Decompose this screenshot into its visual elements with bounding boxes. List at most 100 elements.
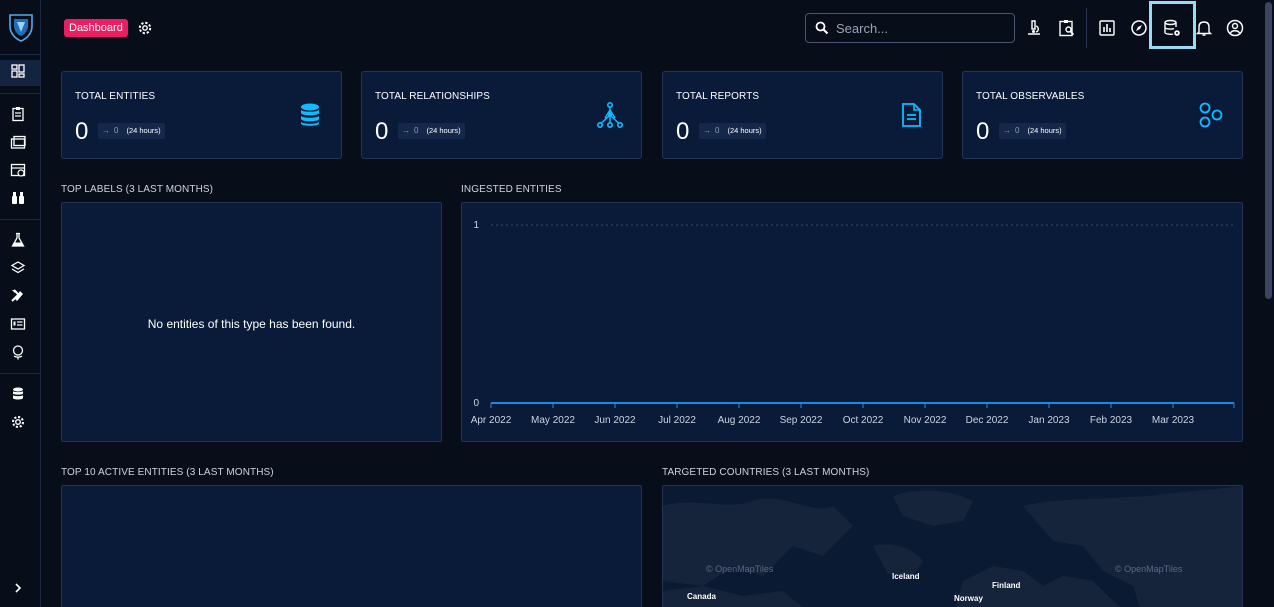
gear-icon bbox=[12, 416, 24, 428]
sidebar-expand-button[interactable] bbox=[10, 580, 28, 598]
search-input[interactable] bbox=[836, 14, 1006, 42]
stat-card-reports[interactable]: TOTAL REPORTS 0 → 0 (24 hours) bbox=[662, 71, 943, 159]
x-tick-label: Apr 2022 bbox=[471, 415, 512, 426]
top-labels-panel: No entities of this type has been found. bbox=[61, 202, 442, 442]
tools-icon bbox=[11, 289, 23, 302]
x-tick-label: Feb 2023 bbox=[1090, 415, 1133, 426]
stat-card-relationships[interactable]: TOTAL RELATIONSHIPS 0 → 0 (24 hours) bbox=[361, 71, 642, 159]
section-title-top-active: TOP 10 ACTIVE ENTITIES (3 LAST MONTHS) bbox=[61, 467, 274, 478]
explore-button[interactable] bbox=[1129, 18, 1149, 38]
section-title-targeted: TARGETED COUNTRIES (3 LAST MONTHS) bbox=[662, 467, 870, 478]
card-delta: → 0 (24 hours) bbox=[999, 123, 1066, 139]
layers-icon bbox=[10, 261, 26, 274]
x-tick-label: May 2022 bbox=[531, 415, 575, 426]
binoculars-icon bbox=[12, 192, 24, 204]
calendar-icon bbox=[10, 163, 26, 177]
map-label-canada: Canada bbox=[687, 592, 716, 601]
ingested-chart-panel: 0 1 Apr 2022 May 2022 Jun 2022 Jul 2022 Aug 20… bbox=[461, 202, 1243, 442]
investigations-button[interactable] bbox=[1024, 18, 1044, 38]
sidebar-item-entities[interactable] bbox=[10, 316, 28, 334]
world-map[interactable] bbox=[663, 486, 1243, 607]
sidebar-item-analysis[interactable] bbox=[10, 106, 28, 124]
card-value: 0 bbox=[976, 118, 990, 145]
microscope-icon bbox=[1028, 20, 1040, 35]
folder-card-icon bbox=[10, 318, 26, 330]
app-logo-icon[interactable] bbox=[8, 12, 34, 42]
sidebar-item-observations[interactable] bbox=[10, 190, 28, 208]
delta-period: (24 hours) bbox=[126, 126, 161, 135]
card-delta: → 0 (24 hours) bbox=[98, 123, 165, 139]
search-box[interactable] bbox=[805, 13, 1015, 43]
x-tick-label: Jun 2022 bbox=[594, 415, 636, 426]
sidebar-item-arsenal[interactable] bbox=[10, 260, 28, 278]
clipboard-search-icon bbox=[1059, 20, 1075, 37]
workspaces-button[interactable] bbox=[1057, 18, 1077, 38]
map-label-iceland: Iceland bbox=[892, 572, 920, 581]
card-title: TOTAL REPORTS bbox=[676, 91, 760, 102]
database-icon bbox=[13, 387, 23, 400]
card-delta: → 0 (24 hours) bbox=[398, 123, 465, 139]
compass-icon bbox=[1131, 20, 1147, 36]
user-profile-button[interactable] bbox=[1225, 18, 1245, 38]
sidebar bbox=[0, 0, 41, 607]
sidebar-item-techniques[interactable] bbox=[10, 288, 28, 306]
sidebar-item-settings[interactable] bbox=[10, 414, 28, 432]
x-tick-label: Nov 2022 bbox=[904, 415, 947, 426]
sidebar-item-threats[interactable] bbox=[10, 232, 28, 250]
x-tick-label: Sep 2022 bbox=[780, 415, 823, 426]
graph-icon bbox=[597, 102, 623, 128]
page-badge[interactable]: Dashboard bbox=[64, 19, 128, 37]
gear-icon bbox=[138, 21, 152, 35]
card-delta: → 0 (24 hours) bbox=[699, 123, 766, 139]
sidebar-item-events[interactable] bbox=[10, 162, 28, 180]
map-credit: © OpenMapTiles bbox=[1115, 564, 1183, 574]
database-icon bbox=[297, 102, 323, 128]
scrollbar-thumb[interactable] bbox=[1265, 2, 1272, 299]
delta-value: 0 bbox=[114, 126, 119, 135]
x-tick-label: Mar 2023 bbox=[1152, 415, 1195, 426]
search-icon bbox=[815, 21, 829, 35]
bell-icon bbox=[1195, 21, 1213, 36]
sidebar-item-data[interactable] bbox=[10, 386, 28, 404]
dashboards-button[interactable] bbox=[1097, 18, 1117, 38]
map-label-norway: Norway bbox=[954, 594, 983, 603]
data-management-highlight bbox=[1149, 1, 1196, 49]
globe-icon bbox=[12, 345, 24, 360]
x-tick-label: Oct 2022 bbox=[843, 415, 884, 426]
stat-card-entities[interactable]: TOTAL ENTITIES 0 → 0 (24 hours) bbox=[61, 71, 342, 159]
dashboard-settings-button[interactable] bbox=[137, 20, 153, 36]
delta-period: (24 hours) bbox=[426, 126, 461, 135]
sidebar-item-dashboard[interactable] bbox=[0, 60, 40, 86]
map-label-finland: Finland bbox=[992, 581, 1021, 590]
empty-message: No entities of this type has been found. bbox=[147, 317, 356, 331]
briefcase-icon bbox=[10, 135, 26, 149]
flask-icon bbox=[11, 232, 25, 247]
sidebar-item-cases[interactable] bbox=[10, 134, 28, 152]
card-title: TOTAL ENTITIES bbox=[75, 91, 156, 102]
ingested-chart: 0 1 Apr 2022 May 2022 Jun 2022 Jul 2022 Aug 20… bbox=[471, 220, 1235, 426]
section-title-top-labels: TOP LABELS (3 LAST MONTHS) bbox=[61, 184, 214, 195]
document-icon bbox=[898, 102, 924, 128]
delta-value: 0 bbox=[715, 126, 720, 135]
map-credit: © OpenMapTiles bbox=[706, 564, 774, 574]
card-value: 0 bbox=[375, 118, 389, 145]
bar-chart-icon bbox=[1099, 20, 1115, 36]
x-tick-label: Jul 2022 bbox=[658, 415, 696, 426]
notifications-button[interactable] bbox=[1194, 18, 1214, 38]
delta-period: (24 hours) bbox=[1027, 126, 1062, 135]
delta-period: (24 hours) bbox=[727, 126, 762, 135]
stat-card-observables[interactable]: TOTAL OBSERVABLES 0 → 0 (24 hours) bbox=[962, 71, 1243, 159]
sidebar-item-locations[interactable] bbox=[10, 344, 28, 362]
card-title: TOTAL OBSERVABLES bbox=[976, 91, 1085, 102]
dashboard-icon bbox=[11, 64, 25, 78]
page-scrollbar[interactable] bbox=[1262, 0, 1274, 607]
clipboard-icon bbox=[12, 107, 24, 122]
targeted-map-panel[interactable]: © OpenMapTiles © OpenMapTiles Iceland Fi… bbox=[662, 485, 1243, 607]
card-value: 0 bbox=[75, 118, 89, 145]
delta-value: 0 bbox=[1015, 126, 1020, 135]
section-title-ingested: INGESTED ENTITIES bbox=[461, 184, 562, 195]
hexagons-icon bbox=[1198, 102, 1224, 128]
x-tick-label: Aug 2022 bbox=[718, 415, 761, 426]
card-value: 0 bbox=[676, 118, 690, 145]
y-tick-label: 0 bbox=[473, 398, 479, 409]
